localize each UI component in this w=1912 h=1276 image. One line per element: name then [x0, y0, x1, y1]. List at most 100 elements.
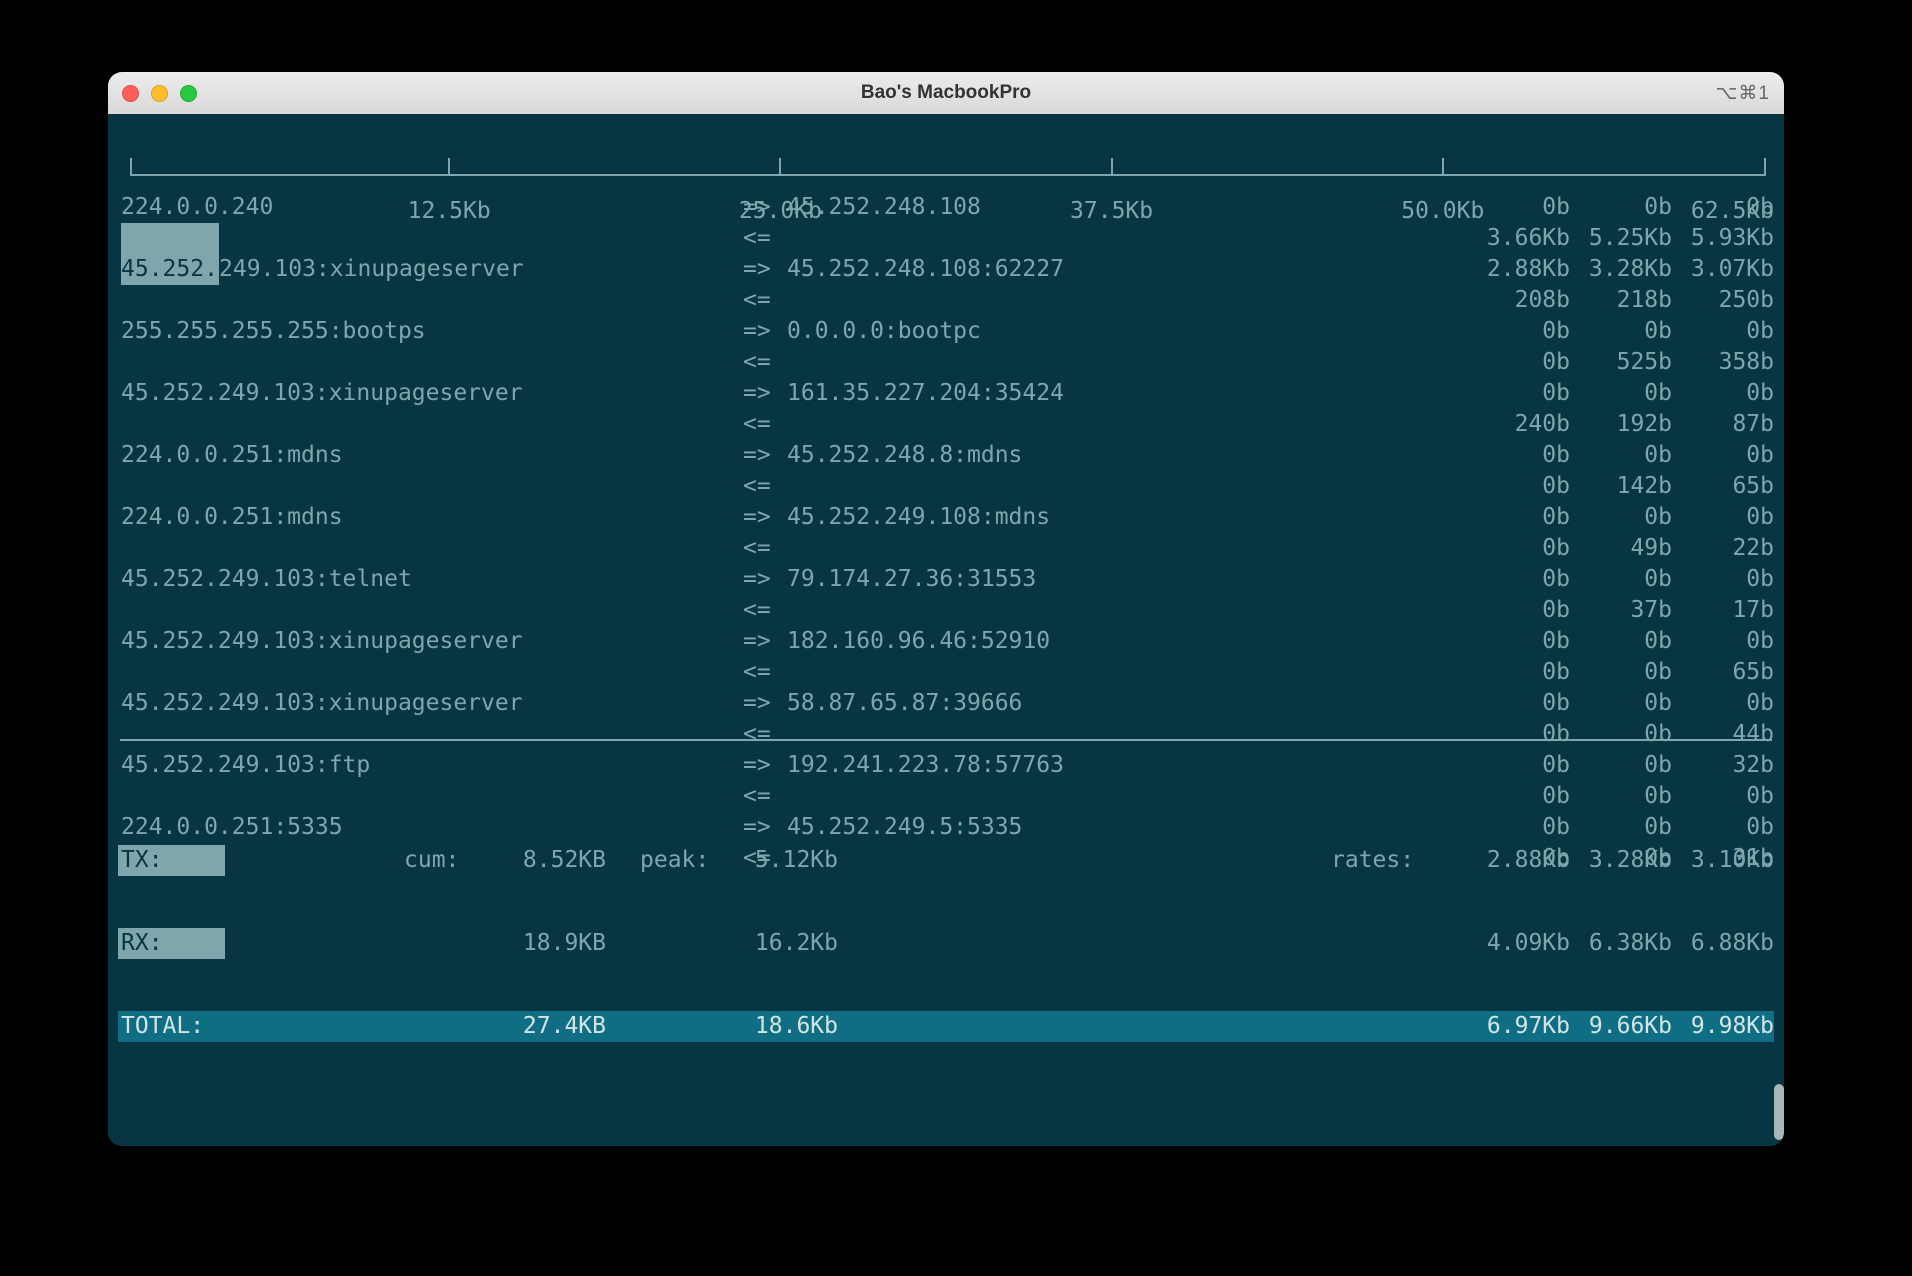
rate-cells: 0b0b0b — [1317, 192, 1774, 223]
rate-1: 0b — [1468, 347, 1570, 378]
rate-3: 0b — [1672, 564, 1774, 595]
rate-2: 0b — [1570, 378, 1672, 409]
arrow-in-icon: <= — [743, 223, 787, 254]
remote-host: 45.252.249.108:mdns — [787, 502, 1317, 533]
rate-cells: 0b0b0b — [1317, 626, 1774, 657]
local-host: 45.252.249.103:xinupageserver — [118, 254, 743, 285]
rate-1: 0b — [1468, 378, 1570, 409]
local-host: 45.252.249.103:telnet — [118, 564, 743, 595]
remote-host: 45.252.248.108 — [787, 192, 1317, 223]
rate-2: 0b — [1570, 192, 1672, 223]
rate-1: 0b — [1468, 564, 1570, 595]
arrow-in-icon: <= — [743, 533, 787, 564]
local-host: 45.252.249.103:xinupageserver — [118, 626, 743, 657]
arrow-in-icon: <= — [743, 471, 787, 502]
connection-row: <= 240b192b87b — [118, 409, 1774, 440]
tx-rate-1: 2.88Kb — [1468, 845, 1570, 876]
footer-divider — [120, 739, 1772, 741]
connection-row: <=0b37b17b — [118, 595, 1774, 626]
rx-cum: 18.9KB — [496, 928, 606, 959]
local-host — [118, 285, 743, 316]
remote-host — [787, 285, 1317, 316]
connection-row: <=0b142b65b — [118, 471, 1774, 502]
arrow-out-icon: => — [743, 502, 787, 533]
scrollbar[interactable] — [1774, 156, 1784, 1146]
local-host — [118, 471, 743, 502]
scrollbar-thumb[interactable] — [1774, 1084, 1784, 1140]
connection-row: <=3.66Kb5.25Kb5.93Kb — [118, 223, 1774, 254]
footer-row-total: TOTAL: 27.4KB 18.6Kb 6.97Kb 9.66Kb 9.98K… — [118, 1011, 1774, 1042]
traffic-lights — [122, 85, 197, 102]
arrow-in-icon: <= — [743, 347, 787, 378]
tx-rate-3: 3.10Kb — [1672, 845, 1774, 876]
connection-row: 45.252.249.103:xinupageserver=>182.160.9… — [118, 626, 1774, 657]
rate-3: 0b — [1672, 378, 1774, 409]
total-rate-2: 9.66Kb — [1570, 1011, 1672, 1042]
rate-cells: 0b0b0b — [1317, 440, 1774, 471]
remote-host: 0.0.0.0:bootpc — [787, 316, 1317, 347]
arrow-in-icon: <= — [743, 657, 787, 688]
rate-cells: 208b218b250b — [1317, 285, 1774, 316]
terminal-canvas[interactable]: 12.5Kb25.0Kb37.5Kb50.0Kb62.5Kb 224.0.0.2… — [108, 114, 1784, 1146]
arrow-out-icon: => — [743, 440, 787, 471]
rate-3: 0b — [1672, 440, 1774, 471]
remote-host: 79.174.27.36:31553 — [787, 564, 1317, 595]
rate-1: 0b — [1468, 626, 1570, 657]
connection-row: <=208b218b250b — [118, 285, 1774, 316]
rate-1: 0b — [1468, 502, 1570, 533]
arrow-out-icon: => — [743, 564, 787, 595]
rate-1: 0b — [1468, 192, 1570, 223]
rate-1: 0b — [1468, 316, 1570, 347]
minimize-icon[interactable] — [151, 85, 168, 102]
local-host: 224.0.0.251:mdns — [118, 502, 743, 533]
local-host — [118, 409, 743, 440]
rate-3: 87b — [1672, 409, 1774, 440]
rate-3: 0b — [1672, 502, 1774, 533]
rate-3: 250b — [1672, 285, 1774, 316]
total-peak: 18.6Kb — [718, 1011, 838, 1042]
rate-cells: 0b0b0b — [1317, 564, 1774, 595]
rate-2: 0b — [1570, 440, 1672, 471]
rate-1: 0b — [1468, 440, 1570, 471]
rate-cells: 0b525b358b — [1317, 347, 1774, 378]
local-host — [118, 347, 743, 378]
remote-host — [787, 409, 1317, 440]
rate-2: 142b — [1570, 471, 1672, 502]
cum-label: cum: — [404, 845, 459, 876]
arrow-in-icon: <= — [743, 409, 787, 440]
close-icon[interactable] — [122, 85, 139, 102]
connection-row: 224.0.0.251:mdns=>45.252.248.8:mdns0b0b0… — [118, 440, 1774, 471]
local-host: 45.252.249.103:xinupageserver — [118, 378, 743, 409]
arrow-out-icon: => — [743, 626, 787, 657]
rate-3: 17b — [1672, 595, 1774, 626]
rate-2: 0b — [1570, 657, 1672, 688]
tx-label: TX: — [118, 845, 225, 876]
local-host — [118, 533, 743, 564]
rx-rate-3: 6.88Kb — [1672, 928, 1774, 959]
rate-2: 525b — [1570, 347, 1672, 378]
rate-2: 37b — [1570, 595, 1672, 626]
rate-3: 0b — [1672, 192, 1774, 223]
rate-cells: 0b49b22b — [1317, 533, 1774, 564]
rate-cells: 0b37b17b — [1317, 595, 1774, 626]
scale-tick — [779, 158, 781, 176]
footer-row-rx: RX: 18.9KB 16.2Kb 4.09Kb 6.38Kb 6.88Kb — [118, 928, 1774, 959]
local-host: 224.0.0.240 — [118, 192, 743, 223]
connection-row: 45.252.249.103:xinupageserver=>45.252.24… — [118, 254, 1774, 285]
remote-host: 45.252.248.8:mdns — [787, 440, 1317, 471]
total-rate-1: 6.97Kb — [1468, 1011, 1570, 1042]
remote-host — [787, 533, 1317, 564]
zoom-icon[interactable] — [180, 85, 197, 102]
remote-host — [787, 657, 1317, 688]
remote-host — [787, 347, 1317, 378]
rate-cells: 240b192b87b — [1317, 409, 1774, 440]
titlebar[interactable]: Bao's MacbookPro ⌥⌘1 — [108, 72, 1784, 114]
connection-row: 255.255.255.255:bootps=>0.0.0.0:bootpc0b… — [118, 316, 1774, 347]
arrow-out-icon: => — [743, 378, 787, 409]
rate-1: 240b — [1468, 409, 1570, 440]
rate-1: 208b — [1468, 285, 1570, 316]
rate-3: 3.07Kb — [1672, 254, 1774, 285]
local-host — [118, 223, 743, 254]
tx-cum: 8.52KB — [496, 845, 606, 876]
rate-2: 0b — [1570, 316, 1672, 347]
